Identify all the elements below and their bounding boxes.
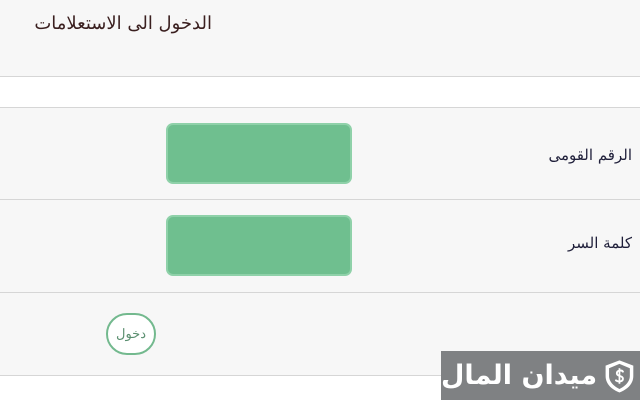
brand-name: ميدان المال	[441, 360, 598, 391]
password-row: كلمة السر	[0, 199, 640, 293]
password-label: كلمة السر	[568, 234, 632, 252]
brand-watermark: ميدان المال	[441, 351, 640, 400]
national-id-label: الرقم القومى	[548, 146, 632, 164]
page-title: الدخول الى الاستعلامات	[34, 13, 212, 34]
login-page: الدخول الى الاستعلامات الرقم القومى كلمة…	[0, 0, 640, 400]
national-id-row: الرقم القومى	[0, 107, 640, 200]
shield-dollar-icon	[605, 359, 634, 392]
login-button[interactable]: دخول	[106, 313, 156, 355]
national-id-input[interactable]	[166, 123, 352, 184]
header-row: الدخول الى الاستعلامات	[0, 0, 640, 77]
password-input[interactable]	[166, 215, 352, 276]
